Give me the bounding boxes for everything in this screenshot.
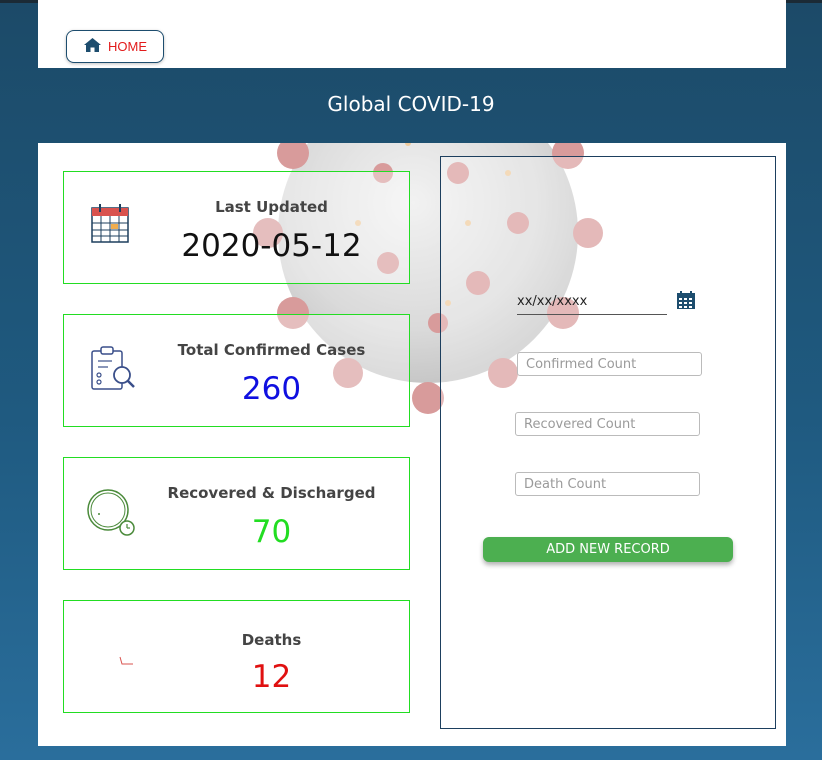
- calendar-icon: [90, 202, 130, 248]
- last-updated-card: Last Updated 2020-05-12: [63, 171, 410, 284]
- last-updated-label: Last Updated: [215, 198, 328, 216]
- home-button[interactable]: HOME: [66, 30, 164, 63]
- header-panel: HOME: [38, 0, 786, 68]
- confirmed-cases-card: Total Confirmed Cases 260: [63, 314, 410, 427]
- confirmed-count-input[interactable]: [517, 352, 702, 376]
- death-count-input[interactable]: [515, 472, 700, 496]
- add-new-record-button[interactable]: ADD NEW RECORD: [483, 537, 733, 562]
- recovered-value: 70: [251, 514, 292, 550]
- deaths-icon: [119, 651, 135, 670]
- home-icon: [83, 37, 102, 57]
- new-record-form: xx/xx/xxxx ADD NEW RECORD: [440, 156, 776, 729]
- confirmed-cases-value: 260: [241, 371, 302, 407]
- deaths-card: Deaths 12: [63, 600, 410, 713]
- deaths-value: 12: [251, 659, 292, 695]
- recovered-card: Recovered & Discharged 70: [63, 457, 410, 570]
- deaths-label: Deaths: [241, 631, 302, 649]
- confirmed-cases-label: Total Confirmed Cases: [177, 341, 366, 359]
- clipboard-search-icon: [90, 345, 136, 397]
- page-title: Global COVID-19: [327, 92, 495, 116]
- last-updated-value: 2020-05-12: [181, 228, 362, 264]
- date-input[interactable]: xx/xx/xxxx: [517, 290, 667, 315]
- calendar-picker-icon[interactable]: [676, 290, 696, 314]
- clock-icon: [86, 488, 138, 544]
- recovered-count-input[interactable]: [515, 412, 700, 436]
- recovered-label: Recovered & Discharged: [167, 484, 376, 502]
- main-panel: Last Updated 2020-05-12 Total Confirmed …: [38, 143, 786, 746]
- home-button-label: HOME: [108, 39, 147, 54]
